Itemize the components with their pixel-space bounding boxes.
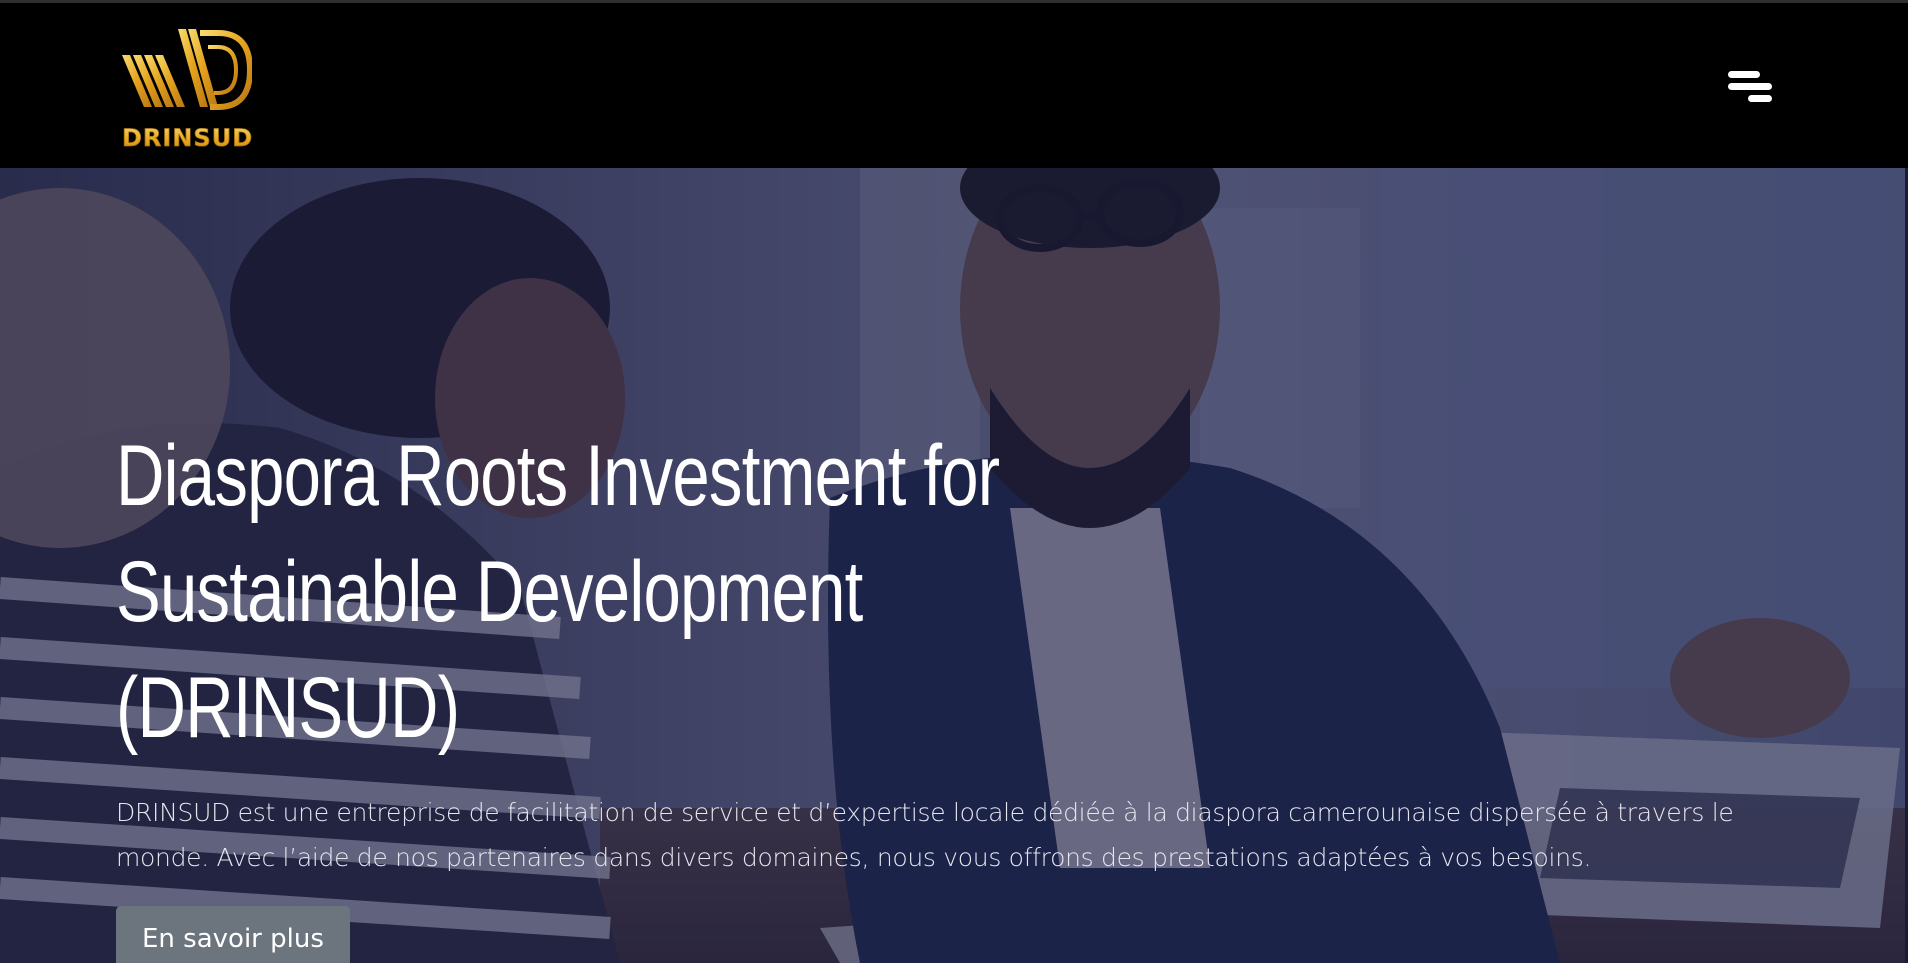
page: DRINSUD Diaspora Roots Investment for Su… — [0, 0, 1908, 963]
drinsud-logo-icon — [122, 29, 252, 110]
hero-title-line-1: Diaspora Roots Investment for — [116, 428, 1000, 524]
hero-title-line-2: Sustainable Development (DRINSUD) — [116, 544, 863, 756]
hero-section: Diaspora Roots Investment for Sustainabl… — [0, 168, 1908, 963]
hero-title: Diaspora Roots Investment for Sustainabl… — [116, 418, 1052, 766]
learn-more-button[interactable]: En savoir plus — [116, 906, 350, 963]
hero-description: DRINSUD est une entreprise de facilitati… — [116, 798, 1734, 872]
logo-text: DRINSUD — [122, 124, 254, 153]
menu-toggle-button[interactable] — [1722, 67, 1778, 107]
navbar: DRINSUD — [0, 0, 1908, 168]
logo-link[interactable]: DRINSUD — [118, 25, 258, 155]
hero-content: Diaspora Roots Investment for Sustainabl… — [116, 418, 1816, 963]
